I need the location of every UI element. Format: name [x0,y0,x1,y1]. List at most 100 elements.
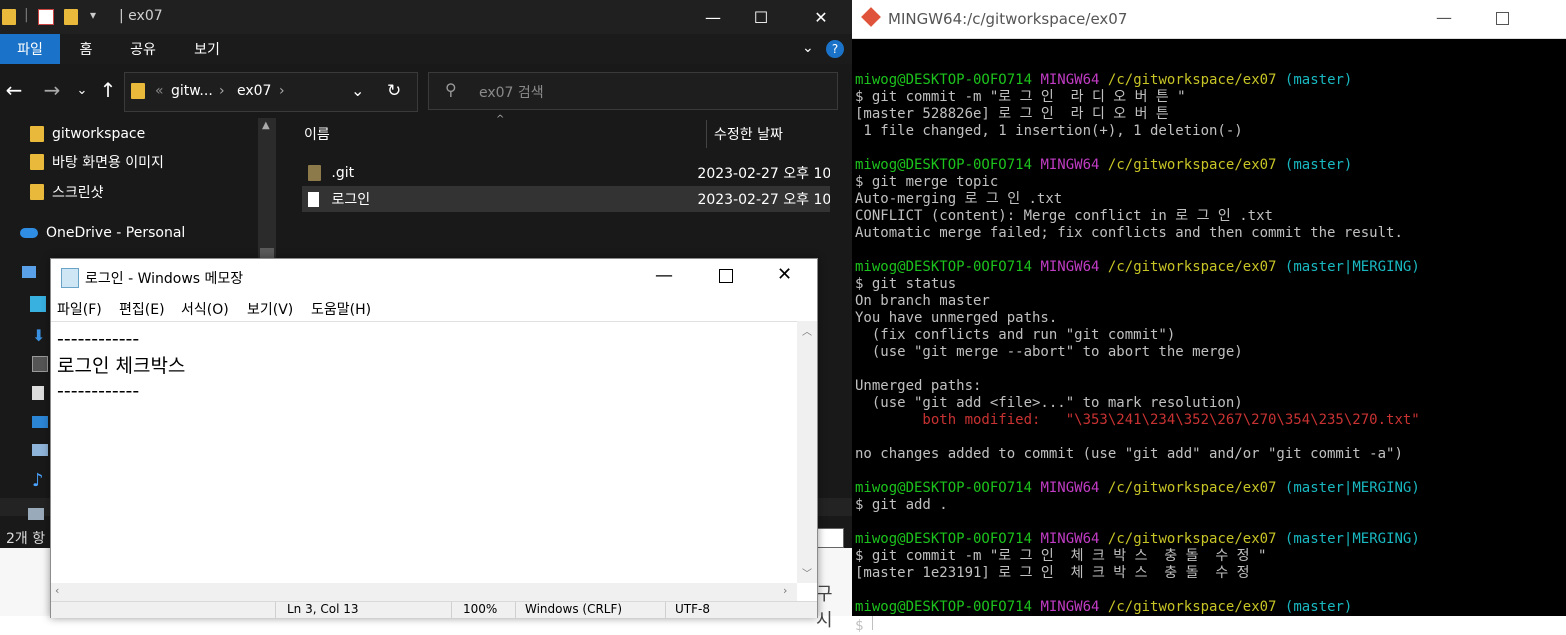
window-title: | ex07 [119,8,163,24]
terminal-line-conflict: both modified: "\353\241\234\352\267\270… [855,412,1420,428]
vertical-scrollbar[interactable]: ︿ ﹀ [797,321,817,583]
prompt-line: miwog@DESKTOP-0OFO714 MINGW64 /c/gitwork… [855,599,1563,616]
git-bash-window: MINGW64:/c/gitworkspace/ex07 — miwog@DES… [852,0,1566,634]
text-line: ------------ [57,328,140,350]
menu-help[interactable]: 도움말(H) [311,299,371,319]
nav-item-label: 바탕 화면용 이미지 [52,155,164,171]
ribbon-tabs: 파일 홈 공유 보기 ⌄ ? [0,34,852,64]
close-button[interactable]: ✕ [798,0,844,34]
refresh-icon[interactable]: ↻ [387,81,401,101]
terminal-line: $ [855,618,872,634]
column-header-modified[interactable]: 수정한 날짜 [714,118,854,150]
help-icon[interactable]: ? [826,40,844,58]
terminal-line: (use "git add <file>..." to mark resolut… [855,395,1243,411]
minimize-button[interactable]: — [655,265,673,286]
minimize-button[interactable]: — [690,0,736,34]
status-zoom: 100% [463,602,498,616]
prompt-branch: (master|MERGING) [1284,480,1420,496]
notepad-icon [61,268,79,288]
recent-locations-icon[interactable]: ⌄ [68,76,96,104]
file-row-git[interactable]: .git 2023-02-27 오후 10: [302,160,830,186]
prompt-user: miwog@DESKTOP-0OFO714 [855,599,1033,615]
maximize-button[interactable] [719,269,733,283]
prompt-user: miwog@DESKTOP-0OFO714 [855,531,1033,547]
prompt-env: MINGW64 [1040,259,1100,275]
notepad-statusbar: Ln 3, Col 13 100% Windows (CRLF) UTF-8 [51,601,817,618]
close-button[interactable]: ✕ [777,264,792,285]
terminal-input-line[interactable]: $ [855,616,1563,635]
up-arrow-icon[interactable]: ↑ [94,76,122,104]
folder-icon [131,83,145,99]
terminal-line: Auto-merging 로 그 인 .txt [855,191,1063,207]
prompt-path: /c/gitworkspace/ex07 [1107,259,1277,275]
prompt-line: miwog@DESKTOP-0OFO714 MINGW64 /c/gitwork… [855,72,1563,89]
breadcrumb-separator: › [279,83,285,99]
status-eol: Windows (CRLF) [525,602,623,616]
prompt-line: miwog@DESKTOP-0OFO714 MINGW64 /c/gitwork… [855,480,1563,497]
search-placeholder: ex07 검색 [479,85,544,101]
column-divider[interactable] [706,120,707,148]
scroll-up-icon[interactable]: ︿ [802,323,812,338]
prompt-env: MINGW64 [1040,531,1100,547]
address-dropdown-icon[interactable]: ⌄ [351,81,364,100]
nav-item-desktop-images[interactable]: 바탕 화면용 이미지 [30,148,164,176]
scroll-left-icon[interactable]: ‹ [55,584,59,597]
forward-arrow-icon[interactable]: → [38,76,66,104]
breadcrumb-ex07[interactable]: ex07 [237,83,271,99]
back-arrow-icon[interactable]: ← [0,76,28,104]
drive-icon [28,508,44,520]
file-row-login[interactable]: 로그인 2023-02-27 오후 10: [302,186,830,212]
separator: | [24,7,29,23]
downloads-icon: ⬇ [32,326,46,345]
address-bar[interactable]: « gitw... › ex07 › ⌄ ↻ [124,72,418,112]
text-line: 로그인 체크박스 [57,355,186,377]
notepad-menubar: 파일(F) 편집(E) 서식(O) 보기(V) 도움말(H) [51,295,817,321]
ribbon-expand-icon[interactable]: ⌄ [802,40,814,56]
terminal-line: [master 528826e] 로 그 인 라 디 오 버 튼 [855,106,1169,122]
minimize-button[interactable]: — [1436,8,1452,27]
git-bash-title: MINGW64:/c/gitworkspace/ex07 [888,10,1128,28]
search-box[interactable]: ⚲ ex07 검색 [428,72,838,110]
maximize-button[interactable]: ☐ [738,0,784,34]
cloud-icon [20,228,38,238]
scroll-right-icon[interactable]: › [783,584,787,597]
terminal-line: CONFLICT (content): Merge conflict in 로 … [855,208,1273,224]
scroll-up-icon[interactable]: ▲ [262,120,270,131]
breadcrumb-gitworkspace[interactable]: gitw... [171,83,213,99]
scroll-down-icon[interactable]: ﹀ [802,565,812,580]
details-view-button[interactable] [816,528,844,548]
notepad-text-area[interactable]: ------------ 로그인 체크박스 ------------ [51,321,797,584]
terminal-line: no changes added to commit (use "git add… [855,446,1403,462]
prompt-env: MINGW64 [1040,72,1100,88]
new-folder-icon[interactable] [64,9,78,25]
terminal-line: $ git commit -m "로 그 인 라 디 오 버 튼 " [855,89,1186,105]
prompt-user: miwog@DESKTOP-0OFO714 [855,157,1033,173]
status-position: Ln 3, Col 13 [287,602,359,616]
folder-icon [30,126,44,142]
notepad-titlebar: 로그인 - Windows 메모장 — ✕ [51,259,817,295]
quick-access-dropdown-icon[interactable]: ▾ [90,8,96,22]
properties-icon[interactable] [38,9,54,25]
menu-edit[interactable]: 편집(E) [119,299,165,319]
menu-format[interactable]: 서식(O) [181,299,229,319]
nav-item-screenshots[interactable]: 스크린샷 [30,178,104,206]
tab-file[interactable]: 파일 [0,34,60,64]
column-header-name[interactable]: 이름 [304,118,704,150]
terminal-output[interactable]: miwog@DESKTOP-0OFO714 MINGW64 /c/gitwork… [855,55,1563,635]
documents-icon [32,386,44,400]
horizontal-scrollbar[interactable]: ‹ › [51,583,797,601]
nav-item-onedrive[interactable]: OneDrive - Personal [20,219,185,247]
tab-share[interactable]: 공유 [120,34,166,64]
nav-item-gitworkspace[interactable]: gitworkspace [30,120,145,148]
terminal-line: $ git merge topic [855,174,999,190]
tab-home[interactable]: 홈 [66,34,106,64]
maximize-button[interactable] [1496,12,1509,25]
tab-view[interactable]: 보기 [184,34,230,64]
menu-view[interactable]: 보기(V) [247,299,293,319]
breadcrumb-overflow[interactable]: « [155,83,164,99]
prompt-line: miwog@DESKTOP-0OFO714 MINGW64 /c/gitwork… [855,531,1563,548]
menu-file[interactable]: 파일(F) [57,299,102,319]
prompt-line: miwog@DESKTOP-0OFO714 MINGW64 /c/gitwork… [855,157,1563,174]
music-icon: ♪ [32,470,44,491]
desktop-icon [32,416,48,428]
